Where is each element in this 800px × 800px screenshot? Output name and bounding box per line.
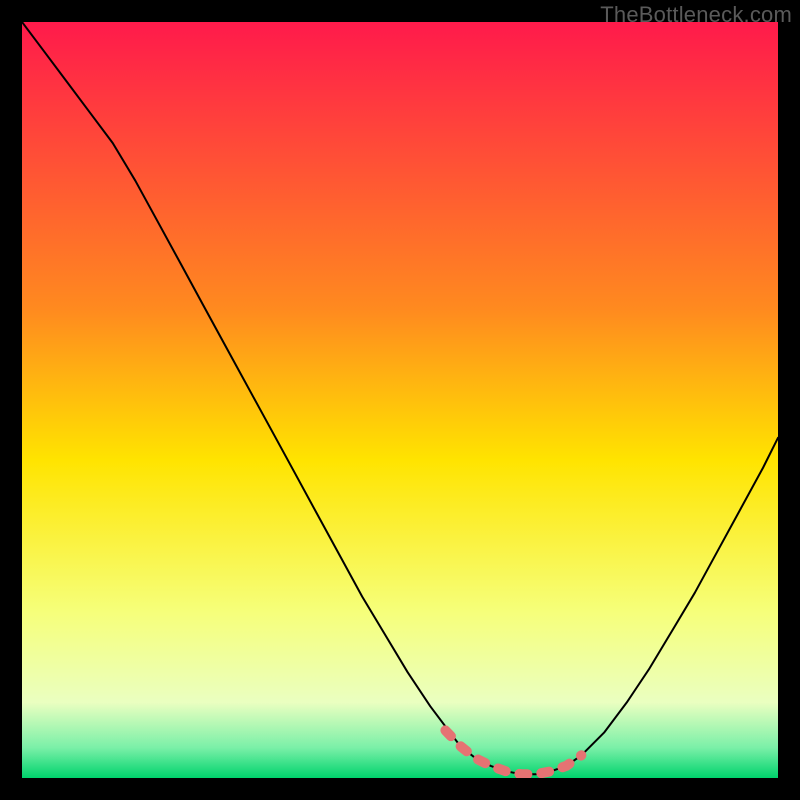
gradient-background [22, 22, 778, 778]
chart-stage: TheBottleneck.com [0, 0, 800, 800]
chart-svg [22, 22, 778, 778]
plot-area [22, 22, 778, 778]
watermark-text: TheBottleneck.com [600, 2, 792, 28]
